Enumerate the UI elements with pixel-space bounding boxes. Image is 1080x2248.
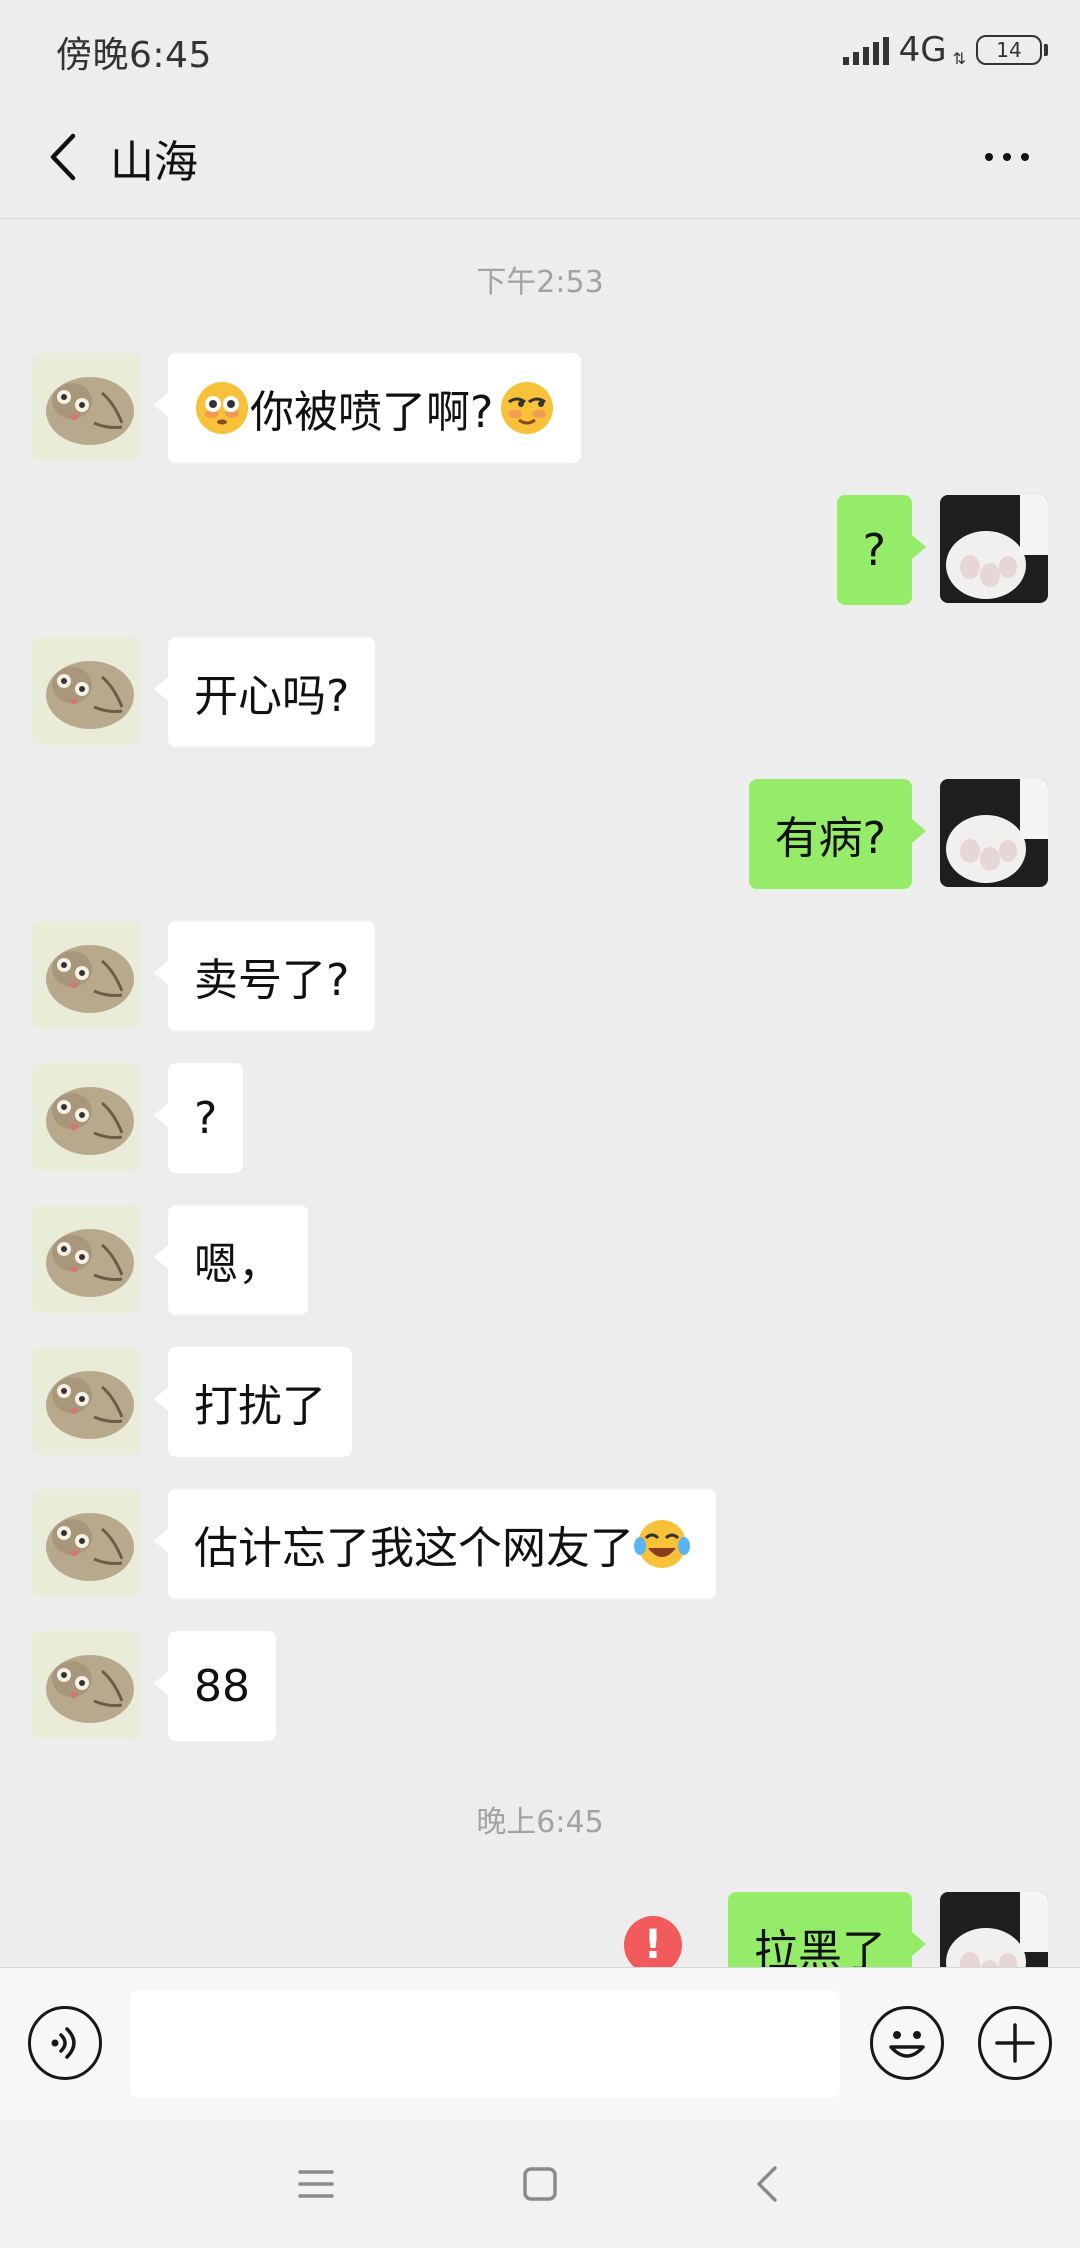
message-text: 开心吗? (194, 671, 350, 722)
contact-avatar[interactable] (32, 1347, 140, 1455)
home-square-icon (523, 2167, 557, 2201)
contact-avatar[interactable] (32, 921, 140, 1029)
nav-back-icon (757, 2166, 777, 2202)
emoji-button[interactable] (870, 2006, 944, 2080)
message-text: 卖号了? (194, 955, 350, 1006)
message-bubble[interactable]: 开心吗? (153, 637, 376, 747)
send-failed-mark: ! (643, 1922, 663, 1967)
status-indicators: 4G ⇅ 14 (842, 28, 1048, 72)
timestamp: 晚上6:45 (476, 1805, 604, 1840)
contact-avatar[interactable] (32, 637, 140, 745)
message-bubble[interactable]: 有病? (748, 779, 927, 889)
system-back-button[interactable] (726, 2149, 806, 2219)
message-input[interactable] (130, 1990, 840, 2098)
home-button[interactable] (500, 2149, 580, 2219)
message-row-received: ? (0, 1063, 1080, 1173)
message-list[interactable]: 下午2:53 你被喷了啊? ? 开心吗? 有病? 卖号了? ? 嗯， 打扰了 估… (0, 219, 1080, 1967)
message-row-received: 嗯， (0, 1205, 1080, 1315)
chat-title: 山海 (110, 137, 198, 188)
message-text: 88 (194, 1660, 250, 1712)
message-bubble[interactable]: 你被喷了啊? (153, 353, 582, 463)
message-text: ? (194, 1092, 218, 1144)
more-options-button[interactable] (962, 122, 1052, 192)
message-bubble[interactable]: ? (153, 1063, 244, 1173)
battery-level: 14 (996, 38, 1022, 62)
voice-icon (51, 2027, 76, 2059)
message-row-sent: 拉黑了 ! (0, 1892, 1080, 1967)
message-row-received: 你被喷了啊? (0, 353, 1080, 463)
message-row-sent: ? (0, 495, 1080, 605)
flushed-face-icon (196, 382, 248, 434)
message-bubble[interactable]: 打扰了 (154, 1347, 352, 1457)
message-row-received: 88 (0, 1631, 1080, 1741)
plus-button[interactable] (978, 2006, 1052, 2080)
message-row-received: 卖号了? (0, 921, 1080, 1031)
my-avatar[interactable] (940, 1892, 1048, 1967)
my-avatar[interactable] (940, 779, 1048, 887)
message-row-received: 打扰了 (0, 1347, 1080, 1457)
my-avatar[interactable] (940, 495, 1048, 603)
status-time: 傍晚6:45 (56, 35, 212, 76)
message-bubble[interactable]: ? (836, 495, 927, 605)
data-arrows-icon: ⇅ (952, 48, 966, 68)
send-failed-icon[interactable]: ! (624, 1916, 682, 1967)
voice-button[interactable] (28, 2006, 102, 2080)
contact-avatar[interactable] (32, 1631, 140, 1739)
tears-of-joy-face-icon (634, 1520, 690, 1568)
plus-icon (995, 2023, 1035, 2063)
menu-icon (298, 2170, 334, 2198)
chat-header: 山海 (0, 100, 1080, 219)
message-text: ? (862, 524, 886, 576)
back-button[interactable] (28, 122, 98, 192)
recent-apps-button[interactable] (276, 2149, 356, 2219)
message-bubble[interactable]: 拉黑了 (728, 1892, 926, 1967)
message-text: 有病? (774, 813, 886, 864)
message-text: 打扰了 (194, 1381, 326, 1432)
status-bar: 傍晚6:45 4G ⇅ 14 (0, 0, 1080, 100)
message-row-received: 估计忘了我这个网友了 (0, 1489, 1080, 1599)
message-text: 嗯， (194, 1239, 282, 1290)
message-bubble[interactable]: 卖号了? (153, 921, 376, 1031)
signal-icon (842, 35, 889, 65)
message-bubble[interactable]: 嗯， (154, 1205, 308, 1315)
input-bar (0, 1967, 1080, 2120)
message-bubble[interactable]: 88 (154, 1631, 276, 1741)
contact-avatar[interactable] (32, 353, 140, 461)
message-text: 拉黑了 (754, 1926, 886, 1967)
timestamp: 下午2:53 (476, 265, 604, 300)
message-row-sent: 有病? (0, 779, 1080, 889)
contact-avatar[interactable] (32, 1205, 140, 1313)
message-text: 你被喷了啊? (250, 387, 494, 438)
smirk-blush-face-icon (501, 382, 554, 434)
message-row-received: 开心吗? (0, 637, 1080, 747)
chat-screen: 傍晚6:45 4G ⇅ 14 山海 下午2:53 你被喷了啊? ? 开心吗? 有… (0, 0, 1080, 2248)
more-dots-icon (985, 153, 993, 161)
contact-avatar[interactable] (32, 1489, 140, 1597)
system-nav-bar (0, 2119, 1080, 2248)
battery-icon: 14 (976, 35, 1048, 65)
emoji-icon (889, 2031, 925, 2058)
network-type: 4G (898, 30, 947, 70)
contact-avatar[interactable] (32, 1063, 140, 1171)
message-text: 估计忘了我这个网友了 (194, 1523, 634, 1574)
chevron-left-icon (50, 133, 76, 181)
message-bubble[interactable]: 估计忘了我这个网友了 (154, 1489, 716, 1599)
